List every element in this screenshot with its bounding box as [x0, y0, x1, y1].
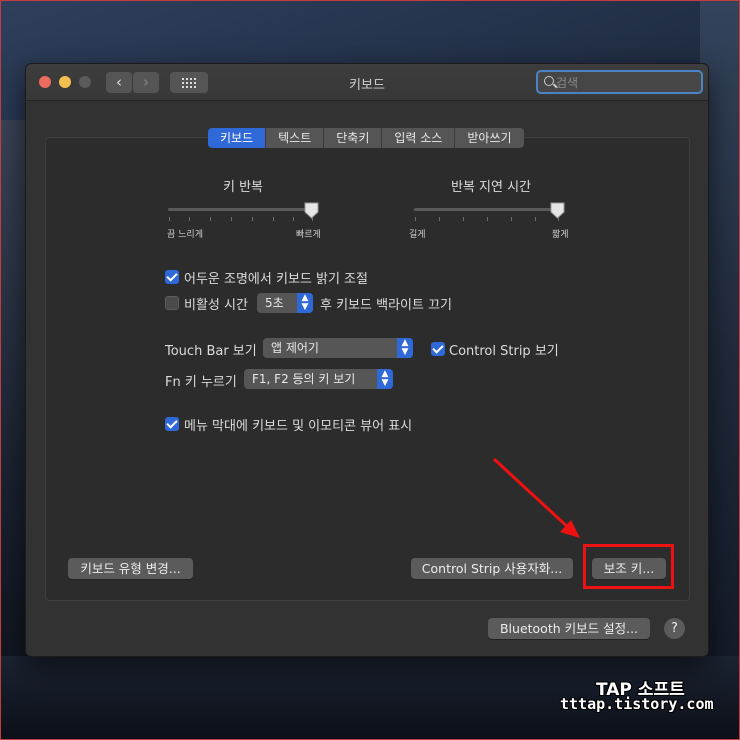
- annotation-arrow-icon: [492, 457, 580, 538]
- watermark-url: tttap.tistory.com: [560, 695, 714, 713]
